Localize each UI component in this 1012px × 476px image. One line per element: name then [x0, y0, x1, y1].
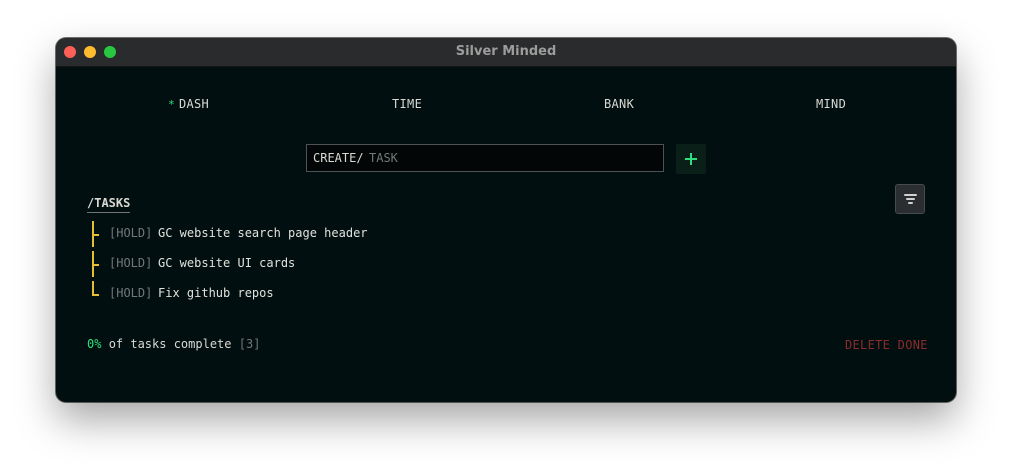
tasks-heading: /TASKS	[87, 196, 131, 213]
window-title: Silver Minded	[455, 44, 557, 59]
create-task-input[interactable]	[369, 145, 649, 171]
completion-summary: 0% of tasks complete [3]	[87, 337, 260, 351]
tree-connector	[92, 234, 99, 236]
filter-button[interactable]	[895, 184, 925, 214]
task-status: [HOLD]	[109, 226, 153, 240]
completion-text: of tasks complete	[108, 337, 232, 351]
task-status: [HOLD]	[109, 256, 153, 270]
tree-connector	[92, 294, 99, 296]
title-bar: Silver Minded	[56, 38, 956, 67]
task-title: GC website UI cards	[158, 256, 296, 270]
task-count: [3]	[238, 337, 261, 351]
task-status: [HOLD]	[109, 286, 153, 300]
task-item[interactable]: [HOLD] GC website search page header	[87, 219, 487, 249]
nav-tab-dash[interactable]: * DASH	[168, 97, 209, 111]
nav-tab-label: DASH	[178, 97, 210, 111]
task-title: Fix github repos	[158, 286, 274, 300]
nav-tab-mind[interactable]: MIND	[816, 97, 846, 111]
nav-tab-bank[interactable]: BANK	[604, 97, 634, 111]
nav-tab-time[interactable]: TIME	[392, 97, 422, 111]
completion-percent: 0%	[87, 337, 102, 351]
create-label: CREATE/	[313, 151, 364, 165]
tree-connector	[92, 264, 99, 266]
add-task-button[interactable]	[676, 144, 706, 174]
nav-tab-label: MIND	[816, 97, 847, 111]
delete-done-button[interactable]: DELETE DONE	[845, 338, 928, 352]
create-task-field: CREATE/	[306, 144, 664, 172]
nav-tab-label: BANK	[604, 97, 635, 111]
star-icon: *	[168, 98, 175, 111]
app-window: Silver Minded * DASH TIME BANK MIND CREAT…	[56, 38, 956, 402]
task-title: GC website search page header	[158, 226, 368, 240]
nav-tab-label: TIME	[392, 97, 423, 111]
task-item[interactable]: [HOLD] GC website UI cards	[87, 249, 487, 279]
task-item[interactable]: [HOLD] Fix github repos	[87, 279, 487, 309]
